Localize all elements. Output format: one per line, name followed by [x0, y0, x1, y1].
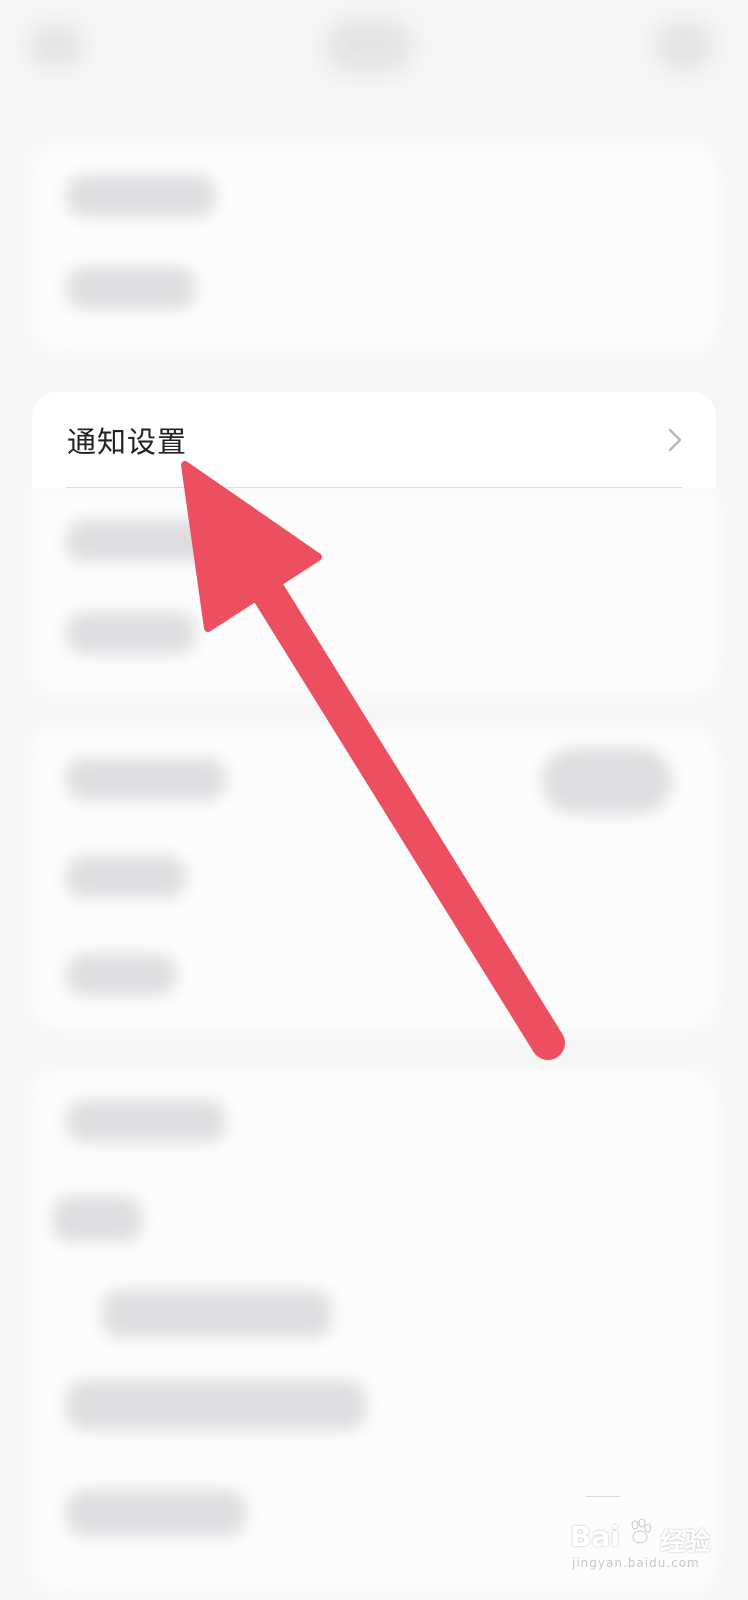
watermark-title: 经验	[660, 1527, 711, 1556]
row-divider	[66, 487, 682, 488]
settings-screen: 通知设置 Bai 经验 jingyan.baidu.com	[0, 0, 748, 1600]
blurred-toggle	[542, 748, 672, 814]
blurred-page-title	[324, 18, 414, 74]
blurred-row-12	[66, 1490, 246, 1536]
small-divider	[586, 1496, 620, 1497]
watermark-brand: Bai	[570, 1520, 620, 1553]
blurred-row-6	[66, 856, 186, 898]
baidu-jingyan-watermark: Bai 经验 jingyan.baidu.com	[570, 1518, 720, 1576]
blurred-row-8	[66, 1100, 226, 1142]
blurred-more-button	[654, 20, 714, 72]
blurred-row-4	[66, 612, 196, 654]
blurred-row-10	[102, 1290, 332, 1338]
blurred-card-3	[32, 728, 716, 1028]
blurred-card-1	[32, 145, 716, 350]
blurred-back-button	[28, 24, 84, 68]
blurred-row-2	[66, 267, 196, 309]
chevron-right-icon	[668, 428, 682, 452]
blurred-card-4	[32, 1070, 716, 1590]
blurred-row-9	[52, 1196, 142, 1242]
blurred-row-11	[66, 1380, 366, 1430]
blurred-row-3	[66, 520, 216, 562]
blurred-top-bar	[0, 0, 748, 110]
blurred-card-2	[32, 488, 716, 693]
paw-icon	[631, 1518, 652, 1544]
notification-settings-row[interactable]: 通知设置	[32, 392, 716, 488]
watermark-url: jingyan.baidu.com	[572, 1556, 700, 1570]
blurred-row-5	[66, 758, 226, 800]
blurred-row-7	[66, 954, 176, 996]
blurred-row-1	[66, 175, 216, 217]
notification-settings-label: 通知设置	[67, 425, 188, 459]
